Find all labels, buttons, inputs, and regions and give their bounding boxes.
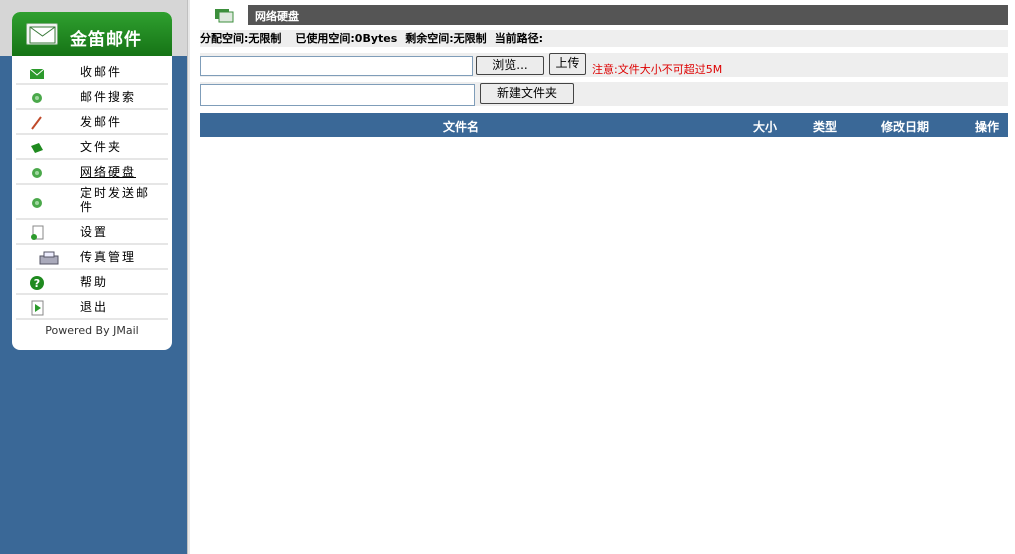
settings-icon [29, 225, 45, 241]
quota-info-row: 分配空间:无限制 已使用空间:0Bytes 剩余空间:无限制 当前路径: [200, 30, 1008, 47]
netdisk-title-icon [213, 6, 235, 24]
brand-header: 金笛邮件 [12, 12, 172, 56]
column-header-modified-date[interactable]: 修改日期 [881, 118, 929, 135]
nav-item-mail-search[interactable]: 邮件搜索 [16, 85, 168, 110]
powered-by-footer: Powered By JMail [45, 324, 139, 337]
nav-item-scheduled-send[interactable]: 定时发送邮件 [16, 185, 168, 220]
current-path: 当前路径: [494, 32, 544, 45]
file-table-header: 文件名 大小 类型 修改日期 操作 [200, 113, 1008, 137]
nav-item-label: 帮助 [80, 275, 109, 289]
nav-menu-list: 收邮件 邮件搜索 发邮件 文件夹 网络硬盘 定时发送邮件 设置 传真管理 ? 帮… [16, 60, 168, 320]
folder-name-input[interactable] [200, 84, 475, 106]
nav-item-fax[interactable]: 传真管理 [16, 245, 168, 270]
nav-item-label: 定时发送邮件 [80, 186, 151, 214]
column-header-size[interactable]: 大小 [753, 118, 777, 135]
upload-button[interactable]: 上传 [549, 53, 586, 75]
folder-icon [29, 140, 45, 156]
netdisk-icon [29, 165, 45, 181]
remaining-space: 剩余空间:无限制 [405, 32, 487, 45]
browse-button[interactable]: 浏览... [476, 56, 544, 75]
nav-item-label: 发邮件 [80, 115, 123, 129]
nav-item-help[interactable]: ? 帮助 [16, 270, 168, 295]
column-header-actions[interactable]: 操作 [975, 118, 999, 135]
brand-title: 金笛邮件 [70, 30, 142, 50]
nav-item-label: 设置 [80, 225, 109, 239]
nav-item-label: 网络硬盘 [80, 165, 137, 179]
column-header-filename[interactable]: 文件名 [443, 118, 479, 135]
help-icon: ? [29, 275, 45, 291]
upload-row: 浏览... 上传 注意:文件大小不可超过5M [200, 53, 1008, 77]
page-title-bar: 网络硬盘 [248, 5, 1008, 25]
nav-item-netdisk[interactable]: 网络硬盘 [16, 160, 168, 185]
compose-icon [29, 115, 45, 131]
file-path-input[interactable] [200, 56, 473, 76]
nav-item-label: 传真管理 [80, 250, 137, 264]
nav-item-logout[interactable]: 退出 [16, 295, 168, 320]
allocated-space: 分配空间:无限制 [200, 32, 282, 45]
frame-divider[interactable] [187, 0, 190, 554]
inbox-icon [29, 65, 45, 81]
nav-item-label: 邮件搜索 [80, 90, 137, 104]
nav-item-label: 退出 [80, 300, 109, 314]
scheduled-send-icon [29, 195, 45, 211]
nav-item-label: 收邮件 [80, 65, 123, 79]
upload-size-note: 注意:文件大小不可超过5M [592, 63, 723, 76]
search-icon [29, 90, 45, 106]
nav-item-settings[interactable]: 设置 [16, 220, 168, 245]
nav-item-compose[interactable]: 发邮件 [16, 110, 168, 135]
column-header-type[interactable]: 类型 [813, 118, 837, 135]
svg-text:?: ? [34, 277, 40, 290]
mail-envelope-icon [26, 23, 58, 45]
nav-item-inbox[interactable]: 收邮件 [16, 60, 168, 85]
used-space: 已使用空间:0Bytes [295, 32, 398, 45]
nav-item-label: 文件夹 [80, 140, 123, 154]
nav-menu-box: 金笛邮件 收邮件 邮件搜索 发邮件 文件夹 网络硬盘 定时发送邮件 设置 传真管… [12, 12, 172, 350]
new-folder-row: 新建文件夹 [200, 82, 1008, 106]
fax-icon [38, 250, 60, 266]
new-folder-button[interactable]: 新建文件夹 [480, 83, 574, 104]
nav-item-folders[interactable]: 文件夹 [16, 135, 168, 160]
page-title: 网络硬盘 [255, 10, 299, 23]
logout-icon [29, 300, 45, 316]
